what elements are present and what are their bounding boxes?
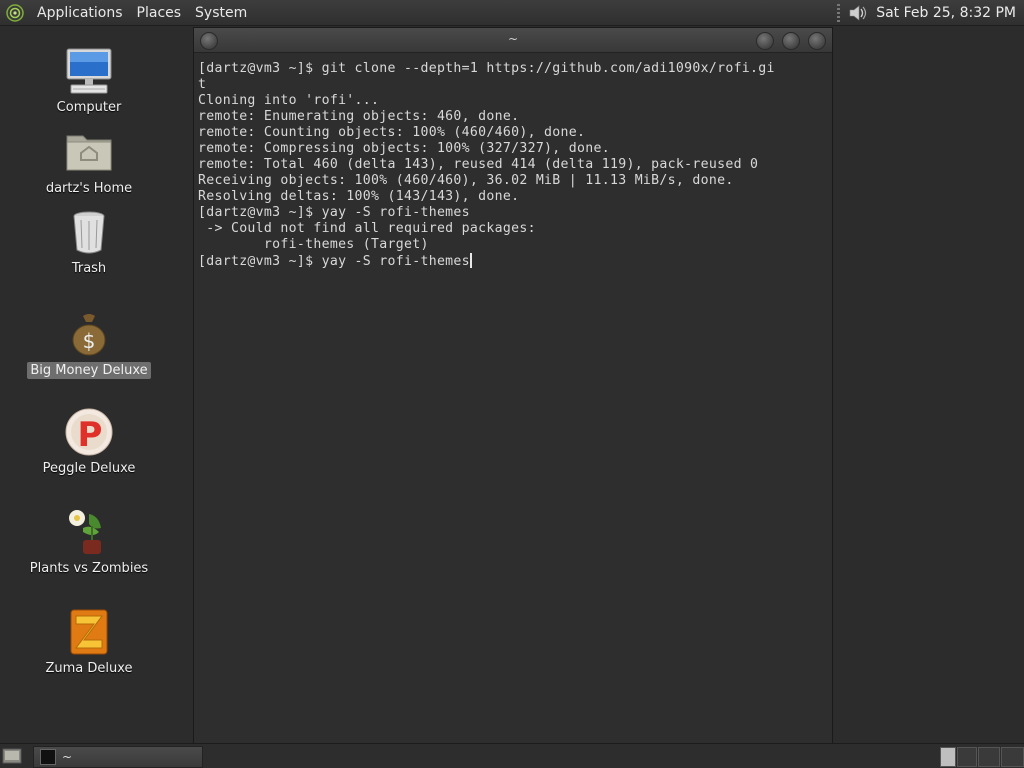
- desktop-icon-computer[interactable]: Computer: [14, 45, 164, 116]
- terminal-line: Cloning into 'rofi'...: [198, 93, 380, 108]
- terminal-line: -> Could not find all required packages:: [198, 221, 536, 236]
- terminal-line: Receiving objects: 100% (460/460), 36.02…: [198, 173, 734, 188]
- computer-icon: [66, 48, 112, 94]
- taskbar-item-label: ~: [62, 750, 73, 764]
- trash-icon: [73, 211, 105, 254]
- workspace-3[interactable]: [978, 747, 1000, 767]
- applications-menu[interactable]: Applications: [30, 5, 130, 21]
- system-tray: Sat Feb 25, 8:32 PM: [837, 0, 1024, 25]
- top-panel: Applications Places System Sat Feb 25, 8…: [0, 0, 1024, 26]
- desktop-icon-big-money[interactable]: $ Big Money Deluxe: [14, 308, 164, 379]
- desktop-icon-peggle[interactable]: P Peggle Deluxe: [14, 406, 164, 477]
- terminal-line: rofi-themes (Target): [198, 237, 429, 252]
- minimize-button[interactable]: [756, 32, 774, 50]
- desktop-icon-label: Big Money Deluxe: [27, 362, 151, 379]
- places-menu[interactable]: Places: [130, 5, 189, 21]
- tray-grip-handle[interactable]: [837, 3, 841, 22]
- money-bag-icon: $: [72, 314, 106, 356]
- terminal-prompt-text: [dartz@vm3 ~]$ yay -S rofi-themes: [198, 254, 470, 269]
- desktop-icon-label: Zuma Deluxe: [45, 661, 133, 676]
- svg-text:P: P: [78, 415, 103, 455]
- terminal-line: remote: Compressing objects: 100% (327/3…: [198, 141, 610, 156]
- terminal-window[interactable]: ~ [dartz@vm3 ~]$ git clone --depth=1 htt…: [193, 27, 833, 745]
- home-folder-icon: [66, 135, 112, 171]
- close-button[interactable]: [808, 32, 826, 50]
- terminal-line: remote: Counting objects: 100% (460/460)…: [198, 125, 586, 140]
- terminal-line: [dartz@vm3 ~]$ git clone --depth=1 https…: [198, 61, 775, 76]
- text-cursor: [469, 253, 472, 268]
- bottom-panel: ~: [0, 743, 1024, 768]
- terminal-title: ~: [507, 32, 519, 46]
- plants-vs-zombies-icon: [69, 510, 101, 554]
- desktop-icon-label: Computer: [56, 100, 122, 115]
- workspace-4[interactable]: [1001, 747, 1024, 767]
- desktop-icon-home[interactable]: dartz's Home: [14, 126, 164, 197]
- terminal-icon: [40, 749, 56, 765]
- terminal-line: remote: Enumerating objects: 460, done.: [198, 109, 520, 124]
- desktop-icon-trash[interactable]: Trash: [14, 206, 164, 277]
- terminal-line: [dartz@vm3 ~]$ yay -S rofi-themes: [198, 205, 470, 220]
- maximize-button[interactable]: [782, 32, 800, 50]
- terminal-prompt-line[interactable]: [dartz@vm3 ~]$ yay -S rofi-themes: [198, 253, 828, 270]
- distro-logo-icon[interactable]: [6, 3, 24, 22]
- clock[interactable]: Sat Feb 25, 8:32 PM: [876, 5, 1016, 21]
- workspace-1[interactable]: [940, 747, 956, 767]
- terminal-line: remote: Total 460 (delta 143), reused 41…: [198, 157, 759, 172]
- workspace-2[interactable]: [957, 747, 977, 767]
- desktop-icon-label: Plants vs Zombies: [29, 561, 149, 576]
- desktop-icon-zuma[interactable]: Zuma Deluxe: [14, 606, 164, 677]
- show-desktop-icon[interactable]: [2, 747, 22, 765]
- desktop-icon-pvz[interactable]: Plants vs Zombies: [14, 506, 164, 577]
- desktop-icon-label: dartz's Home: [45, 181, 133, 196]
- desktop-icon-label: Peggle Deluxe: [42, 461, 136, 476]
- speaker-volume-icon[interactable]: [846, 2, 868, 24]
- zuma-icon: [70, 609, 108, 655]
- system-menu[interactable]: System: [188, 5, 254, 21]
- terminal-line: t: [198, 77, 207, 92]
- terminal-line: Resolving deltas: 100% (143/143), done.: [198, 189, 520, 204]
- peggle-icon: P: [65, 408, 113, 456]
- terminal-titlebar[interactable]: ~: [194, 28, 832, 53]
- desktop-icon-label: Trash: [71, 261, 107, 276]
- svg-text:$: $: [83, 329, 96, 353]
- terminal-output[interactable]: [dartz@vm3 ~]$ git clone --depth=1 https…: [198, 61, 828, 270]
- taskbar-item-terminal[interactable]: ~: [33, 746, 203, 768]
